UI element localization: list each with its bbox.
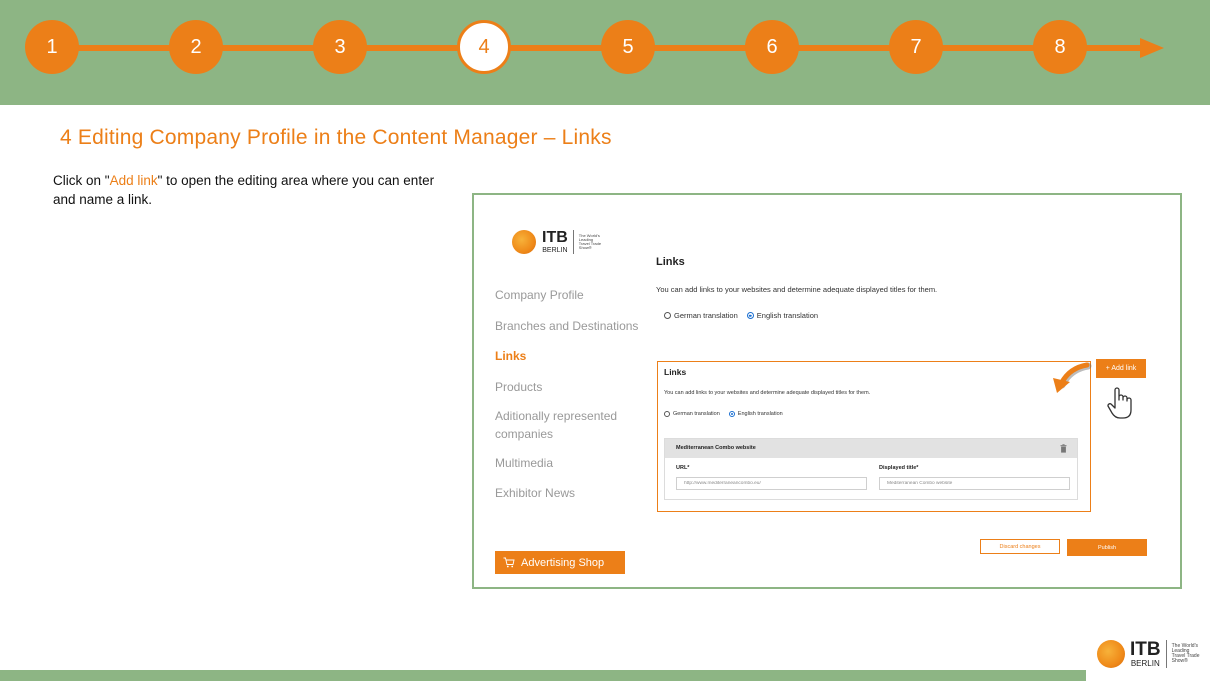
english-radio[interactable] bbox=[746, 312, 754, 319]
footer-logo-tagline: The World's Leading Travel Trade Show® bbox=[1171, 642, 1200, 665]
language-selector: German translation English translation bbox=[664, 311, 818, 320]
url-label: URL* bbox=[676, 465, 690, 471]
step-3[interactable]: 3 bbox=[313, 20, 367, 74]
advertising-shop-button[interactable]: Advertising Shop bbox=[495, 551, 625, 574]
card-german-radio[interactable] bbox=[664, 411, 670, 417]
instruction-text: Click on "Add link" to open the editing … bbox=[53, 171, 453, 209]
logo-berlin: BERLIN bbox=[542, 247, 568, 254]
card-language-selector: German translation English translation bbox=[664, 411, 783, 417]
links-description: You can add links to your websites and d… bbox=[656, 285, 938, 294]
advertising-shop-label: Advertising Shop bbox=[521, 556, 605, 569]
footer-logo-berlin: BERLIN bbox=[1130, 659, 1160, 668]
publish-button[interactable]: Publish bbox=[1067, 539, 1147, 556]
step-2[interactable]: 2 bbox=[169, 20, 223, 74]
displayed-title-input[interactable] bbox=[879, 477, 1070, 490]
card-description: You can add links to your websites and d… bbox=[664, 390, 871, 396]
step-6[interactable]: 6 bbox=[745, 20, 799, 74]
card-english-label: English translation bbox=[737, 411, 783, 417]
content-manager-screenshot: ITB BERLIN The World's Leading Travel Tr… bbox=[472, 193, 1182, 589]
shopping-cart-icon bbox=[503, 557, 515, 568]
url-input[interactable] bbox=[676, 477, 867, 490]
footer-itb-logo: ITB BERLIN The World's Leading Travel Tr… bbox=[1097, 640, 1200, 668]
card-english-radio[interactable] bbox=[728, 411, 735, 417]
sidebar-item-links[interactable]: Links bbox=[495, 347, 645, 365]
logo-divider bbox=[572, 230, 574, 254]
instruction-prefix: Click on " bbox=[53, 173, 110, 188]
sidebar-item-represented-companies[interactable]: Aditionally represented companies bbox=[495, 407, 630, 443]
logo-tagline: The World's Leading Travel Trade Show® bbox=[578, 232, 602, 251]
sidebar-item-exhibitor-news[interactable]: Exhibitor News bbox=[495, 484, 645, 502]
hand-cursor-icon bbox=[1107, 387, 1132, 419]
footer-logo-itb: ITB bbox=[1130, 639, 1161, 660]
sidebar-item-company-profile[interactable]: Company Profile bbox=[495, 286, 645, 304]
footer-logo-wordmark: ITB BERLIN bbox=[1130, 640, 1161, 668]
card-german-label: German translation bbox=[673, 411, 720, 417]
footer-logo-divider bbox=[1165, 640, 1167, 668]
sidebar-item-multimedia[interactable]: Multimedia bbox=[495, 454, 645, 472]
english-label: English translation bbox=[756, 311, 819, 320]
link-entry-title: Mediterranean Combo website bbox=[676, 445, 756, 451]
sidebar-item-branches[interactable]: Branches and Destinations bbox=[495, 317, 645, 335]
add-link-button[interactable]: + Add link bbox=[1096, 359, 1146, 378]
discard-changes-button[interactable]: Discard changes bbox=[980, 539, 1060, 554]
pointer-arrow-icon bbox=[1053, 362, 1092, 393]
german-radio[interactable] bbox=[664, 312, 671, 319]
instruction-highlight: Add link bbox=[109, 173, 158, 188]
german-label: German translation bbox=[674, 311, 738, 320]
stepper-arrow-icon bbox=[1140, 38, 1164, 58]
footer-globe-icon bbox=[1097, 640, 1125, 668]
links-editor-card: Links You can add links to your websites… bbox=[657, 361, 1091, 512]
links-heading: Links bbox=[656, 256, 685, 268]
slide-title: 4 Editing Company Profile in the Content… bbox=[60, 126, 612, 149]
step-4-current[interactable]: 4 bbox=[457, 20, 511, 74]
progress-stepper: 1 2 3 4 5 6 7 8 bbox=[0, 0, 1210, 105]
sidebar-item-products[interactable]: Products bbox=[495, 378, 645, 396]
footer-band bbox=[0, 670, 1086, 681]
step-8[interactable]: 8 bbox=[1033, 20, 1087, 74]
itb-logo: ITB BERLIN The World's Leading Travel Tr… bbox=[512, 230, 603, 254]
trash-icon[interactable] bbox=[1060, 444, 1067, 453]
logo-itb: ITB bbox=[542, 229, 568, 246]
displayed-title-label: Displayed title* bbox=[879, 465, 919, 471]
globe-icon bbox=[512, 230, 536, 254]
step-7[interactable]: 7 bbox=[889, 20, 943, 74]
card-heading: Links bbox=[664, 367, 687, 377]
logo-wordmark: ITB BERLIN bbox=[542, 229, 568, 255]
step-1[interactable]: 1 bbox=[25, 20, 79, 74]
link-entry-header: Mediterranean Combo website bbox=[665, 439, 1077, 458]
step-5[interactable]: 5 bbox=[601, 20, 655, 74]
link-entry: Mediterranean Combo website URL* Display… bbox=[664, 438, 1078, 500]
